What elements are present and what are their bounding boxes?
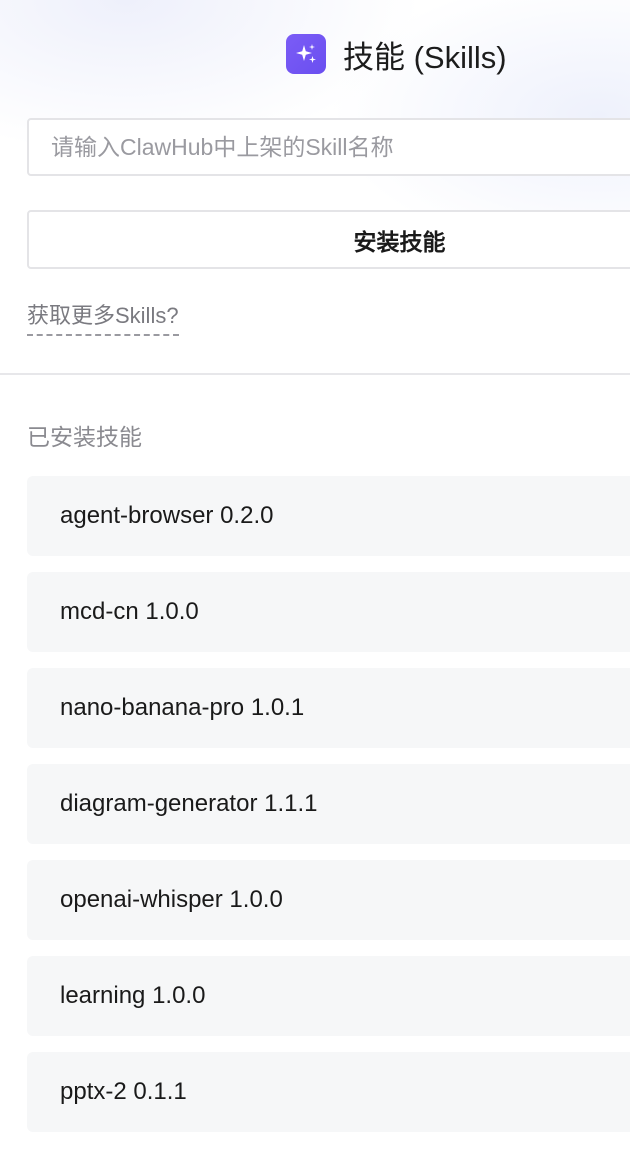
installed-skills-heading: 已安装技能	[27, 424, 142, 450]
skill-item[interactable]: nano-banana-pro 1.0.1	[27, 668, 630, 748]
installed-skills-list: agent-browser 0.2.0 mcd-cn 1.0.0 nano-ba…	[27, 476, 630, 1148]
skill-item[interactable]: learning 1.0.0	[27, 956, 630, 1036]
skill-item-label: openai-whisper 1.0.0	[60, 886, 283, 913]
skill-item[interactable]: pptx-2 0.1.1	[27, 1052, 630, 1132]
skills-page: 技能 (Skills) 安装技能 获取更多Skills? 已安装技能 agent…	[0, 0, 630, 1153]
skill-item-label: pptx-2 0.1.1	[60, 1078, 187, 1105]
skill-item-label: learning 1.0.0	[60, 982, 206, 1009]
page-header: 技能 (Skills)	[286, 33, 507, 75]
skill-item-label: nano-banana-pro 1.0.1	[60, 694, 305, 721]
skill-name-input[interactable]	[27, 118, 630, 176]
page-title: 技能 (Skills)	[343, 39, 507, 75]
get-more-skills-link[interactable]: 获取更多Skills?	[27, 298, 179, 336]
skill-item[interactable]: openai-whisper 1.0.0	[27, 860, 630, 940]
skill-item[interactable]: diagram-generator 1.1.1	[27, 764, 630, 844]
skill-item-label: agent-browser 0.2.0	[60, 502, 274, 529]
install-skill-button[interactable]: 安装技能	[27, 210, 630, 269]
skill-item[interactable]: mcd-cn 1.0.0	[27, 572, 630, 652]
skill-item[interactable]: agent-browser 0.2.0	[27, 476, 630, 556]
section-divider	[0, 373, 630, 375]
skill-item-label: diagram-generator 1.1.1	[60, 790, 318, 817]
skill-item-label: mcd-cn 1.0.0	[60, 598, 199, 625]
sparkle-icon	[286, 34, 326, 74]
